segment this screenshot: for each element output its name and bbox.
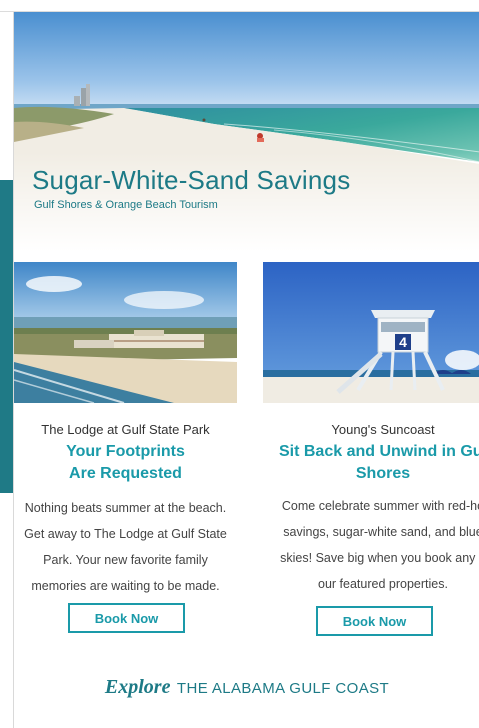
card-description: Nothing beats summer at the beach. Get a… [14,495,237,599]
card-label: The Lodge at Gulf State Park [41,422,210,437]
tower-number: 4 [399,334,407,350]
desc-line: Nothing beats summer at the beach. [24,501,227,515]
book-now-button-lodge[interactable]: Book Now [68,603,185,633]
desc-line: Get away to The Lodge at Gulf State [24,527,227,541]
card-description: Come celebrate summer with red-ho saving… [263,493,479,597]
side-accent-bar [0,180,13,493]
card-title-line[interactable]: Your Footprints [66,443,185,460]
lifeguard-tower-photo[interactable]: 4 [263,262,479,403]
desc-line: our featured properties. [318,577,448,591]
beach-hero-image [14,12,479,252]
card-title-line[interactable]: Sit Back and Unwind in Gul [279,443,479,460]
lodge-photo[interactable] [14,262,237,403]
card-title[interactable]: Sit Back and Unwind in Gul Shores [263,441,479,485]
card-label: Young's Suncoast [331,422,435,437]
book-now-button-suncoast[interactable]: Book Now [316,606,433,636]
hero-banner: Sugar-White-Sand Savings Gulf Shores & O… [14,12,479,252]
card-title-line[interactable]: Are Requested [69,465,182,482]
explore-logo[interactable]: Explore THE ALABAMA GULF COAST [14,676,479,699]
desc-line: Park. Your new favorite family [43,553,208,567]
card-title-line[interactable]: Shores [356,465,410,482]
explore-tagline: THE ALABAMA GULF COAST [176,680,390,697]
email-canvas: Sugar-White-Sand Savings Gulf Shores & O… [13,12,479,728]
hero-subtitle: Gulf Shores & Orange Beach Tourism [34,199,218,211]
desc-line: Come celebrate summer with red-ho [281,499,479,513]
lodge-card: The Lodge at Gulf State Park Your Footpr… [14,422,237,599]
desc-line: savings, sugar-white sand, and blue [283,525,479,539]
explore-word: Explore [104,676,171,698]
card-title[interactable]: Your Footprints Are Requested [14,441,237,485]
desc-line: skies! Save big when you book any o [280,551,479,565]
hero-title: Sugar-White-Sand Savings [32,165,351,195]
desc-line: memories are waiting to be made. [31,579,220,593]
suncoast-card: Young's Suncoast Sit Back and Unwind in … [263,422,479,597]
